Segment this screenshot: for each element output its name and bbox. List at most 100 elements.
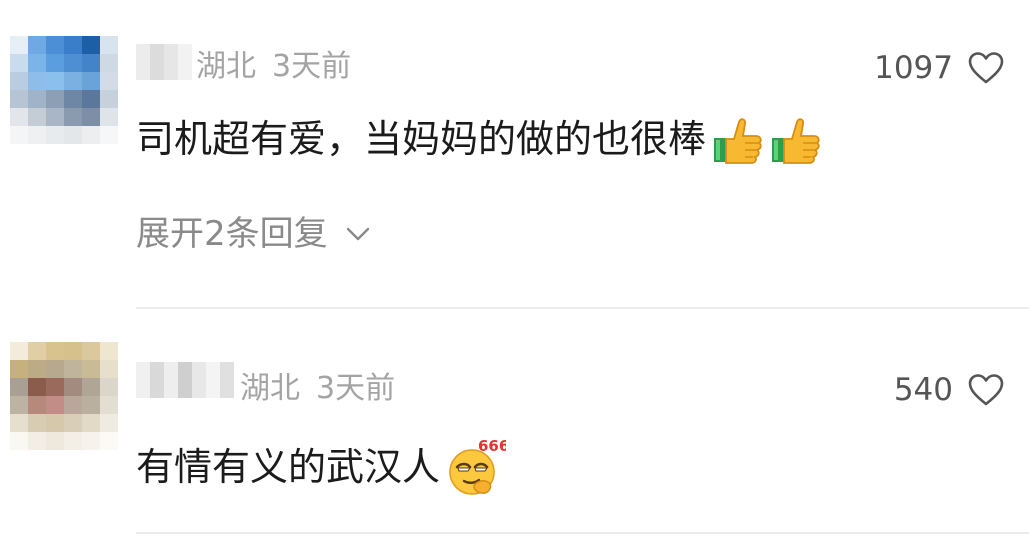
avatar-pixel <box>46 90 64 108</box>
avatar-pixel <box>64 108 82 126</box>
smirk-666-icon: 666 <box>449 437 506 495</box>
avatar-pixel <box>82 126 100 144</box>
like-button[interactable]: 540 <box>894 372 1005 408</box>
username-pixel <box>220 362 234 398</box>
username-pixel <box>136 362 150 398</box>
avatar-pixel <box>46 54 64 72</box>
avatar-pixel <box>10 126 28 144</box>
comment-text: 司机超有爱，当妈妈的做的也很棒 <box>136 117 707 161</box>
like-count: 1097 <box>874 50 953 86</box>
avatar-pixel <box>46 396 64 414</box>
avatar-pixel <box>64 360 82 378</box>
comment-item: 湖北 3天前 1097 司机超有爱，当妈妈的做的也很棒 展开2条回复 <box>0 0 1029 310</box>
avatar-pixel <box>100 432 118 450</box>
avatar-pixel <box>100 342 118 360</box>
username-pixel <box>178 362 192 398</box>
avatar-pixel <box>46 108 64 126</box>
avatar-pixel <box>64 432 82 450</box>
username-pixel <box>150 44 164 80</box>
avatar-pixel <box>82 108 100 126</box>
avatar-pixel <box>64 396 82 414</box>
avatar-pixel <box>64 54 82 72</box>
avatar-pixel <box>10 90 28 108</box>
username-pixel <box>178 44 192 80</box>
avatar-pixel <box>82 396 100 414</box>
username-pixel <box>192 362 206 398</box>
avatar-pixel <box>28 432 46 450</box>
avatar-pixel <box>64 72 82 90</box>
comment-list: 湖北 3天前 1097 司机超有爱，当妈妈的做的也很棒 展开2条回复 湖北 3天… <box>0 0 1029 535</box>
timestamp-label: 3天前 <box>316 371 396 406</box>
expand-replies-label: 展开2条回复 <box>136 214 328 254</box>
comment-text: 有情有义的武汉人 <box>136 445 441 489</box>
avatar-pixel <box>28 54 46 72</box>
avatar-pixel <box>82 342 100 360</box>
username-pixel <box>164 362 178 398</box>
avatar-pixel <box>64 342 82 360</box>
avatar-pixel <box>28 90 46 108</box>
avatar-pixel <box>46 360 64 378</box>
like-count: 540 <box>893 372 953 408</box>
avatar-pixel <box>82 36 100 54</box>
divider <box>136 532 1029 534</box>
avatar-pixel <box>82 360 100 378</box>
username-pixel <box>150 362 164 398</box>
avatar-pixel <box>46 342 64 360</box>
avatar-pixel <box>100 54 118 72</box>
username-blurred[interactable] <box>136 362 236 398</box>
chevron-down-icon <box>346 227 369 241</box>
username-pixel <box>164 44 178 80</box>
avatar-pixel <box>46 414 64 432</box>
avatar-pixel <box>82 90 100 108</box>
comment-body: 有情有义的武汉人 666 <box>136 436 506 498</box>
avatar-pixel <box>10 432 28 450</box>
avatar-pixel <box>10 414 28 432</box>
avatar-pixel <box>10 396 28 414</box>
like-button[interactable]: 1097 <box>874 50 1005 86</box>
avatar-pixel <box>46 126 64 144</box>
avatar-pixel <box>10 54 28 72</box>
avatar-pixel <box>10 360 28 378</box>
avatar-pixel <box>10 108 28 126</box>
avatar-pixel <box>28 342 46 360</box>
avatar-pixel <box>100 36 118 54</box>
avatar-pixel <box>28 360 46 378</box>
avatar-pixel <box>28 396 46 414</box>
avatar-pixel <box>82 432 100 450</box>
avatar-pixel <box>100 396 118 414</box>
comment-meta: 湖北 3天前 <box>196 49 351 85</box>
avatar-pixel <box>28 36 46 54</box>
username-pixel <box>206 362 220 398</box>
avatar-pixel <box>64 90 82 108</box>
avatar-pixel <box>10 378 28 396</box>
avatar-pixel <box>28 72 46 90</box>
avatar-pixel <box>82 414 100 432</box>
avatar-pixel <box>28 414 46 432</box>
avatar-pixel <box>82 54 100 72</box>
avatar-pixel <box>46 432 64 450</box>
username-blurred[interactable] <box>136 44 192 80</box>
avatar-pixel <box>100 414 118 432</box>
avatar[interactable] <box>10 342 118 450</box>
svg-text:666: 666 <box>478 437 506 455</box>
avatar-pixel <box>64 414 82 432</box>
heart-icon[interactable] <box>967 373 1005 407</box>
avatar-pixel <box>64 378 82 396</box>
comment-body: 司机超有爱，当妈妈的做的也很棒 <box>136 112 822 166</box>
avatar-pixel <box>64 126 82 144</box>
thumbs-up-icon <box>714 118 762 164</box>
avatar-pixel <box>64 36 82 54</box>
expand-replies-button[interactable]: 展开2条回复 <box>136 212 370 256</box>
location-label: 湖北 <box>240 371 300 406</box>
avatar-pixel <box>46 72 64 90</box>
avatar-pixel <box>82 72 100 90</box>
heart-icon[interactable] <box>967 51 1005 85</box>
avatar-pixel <box>100 126 118 144</box>
avatar[interactable] <box>10 36 118 144</box>
avatar-pixel <box>100 72 118 90</box>
avatar-pixel <box>10 36 28 54</box>
avatar-pixel <box>100 378 118 396</box>
avatar-pixel <box>10 72 28 90</box>
avatar-pixel <box>46 378 64 396</box>
location-label: 湖北 <box>196 49 256 84</box>
